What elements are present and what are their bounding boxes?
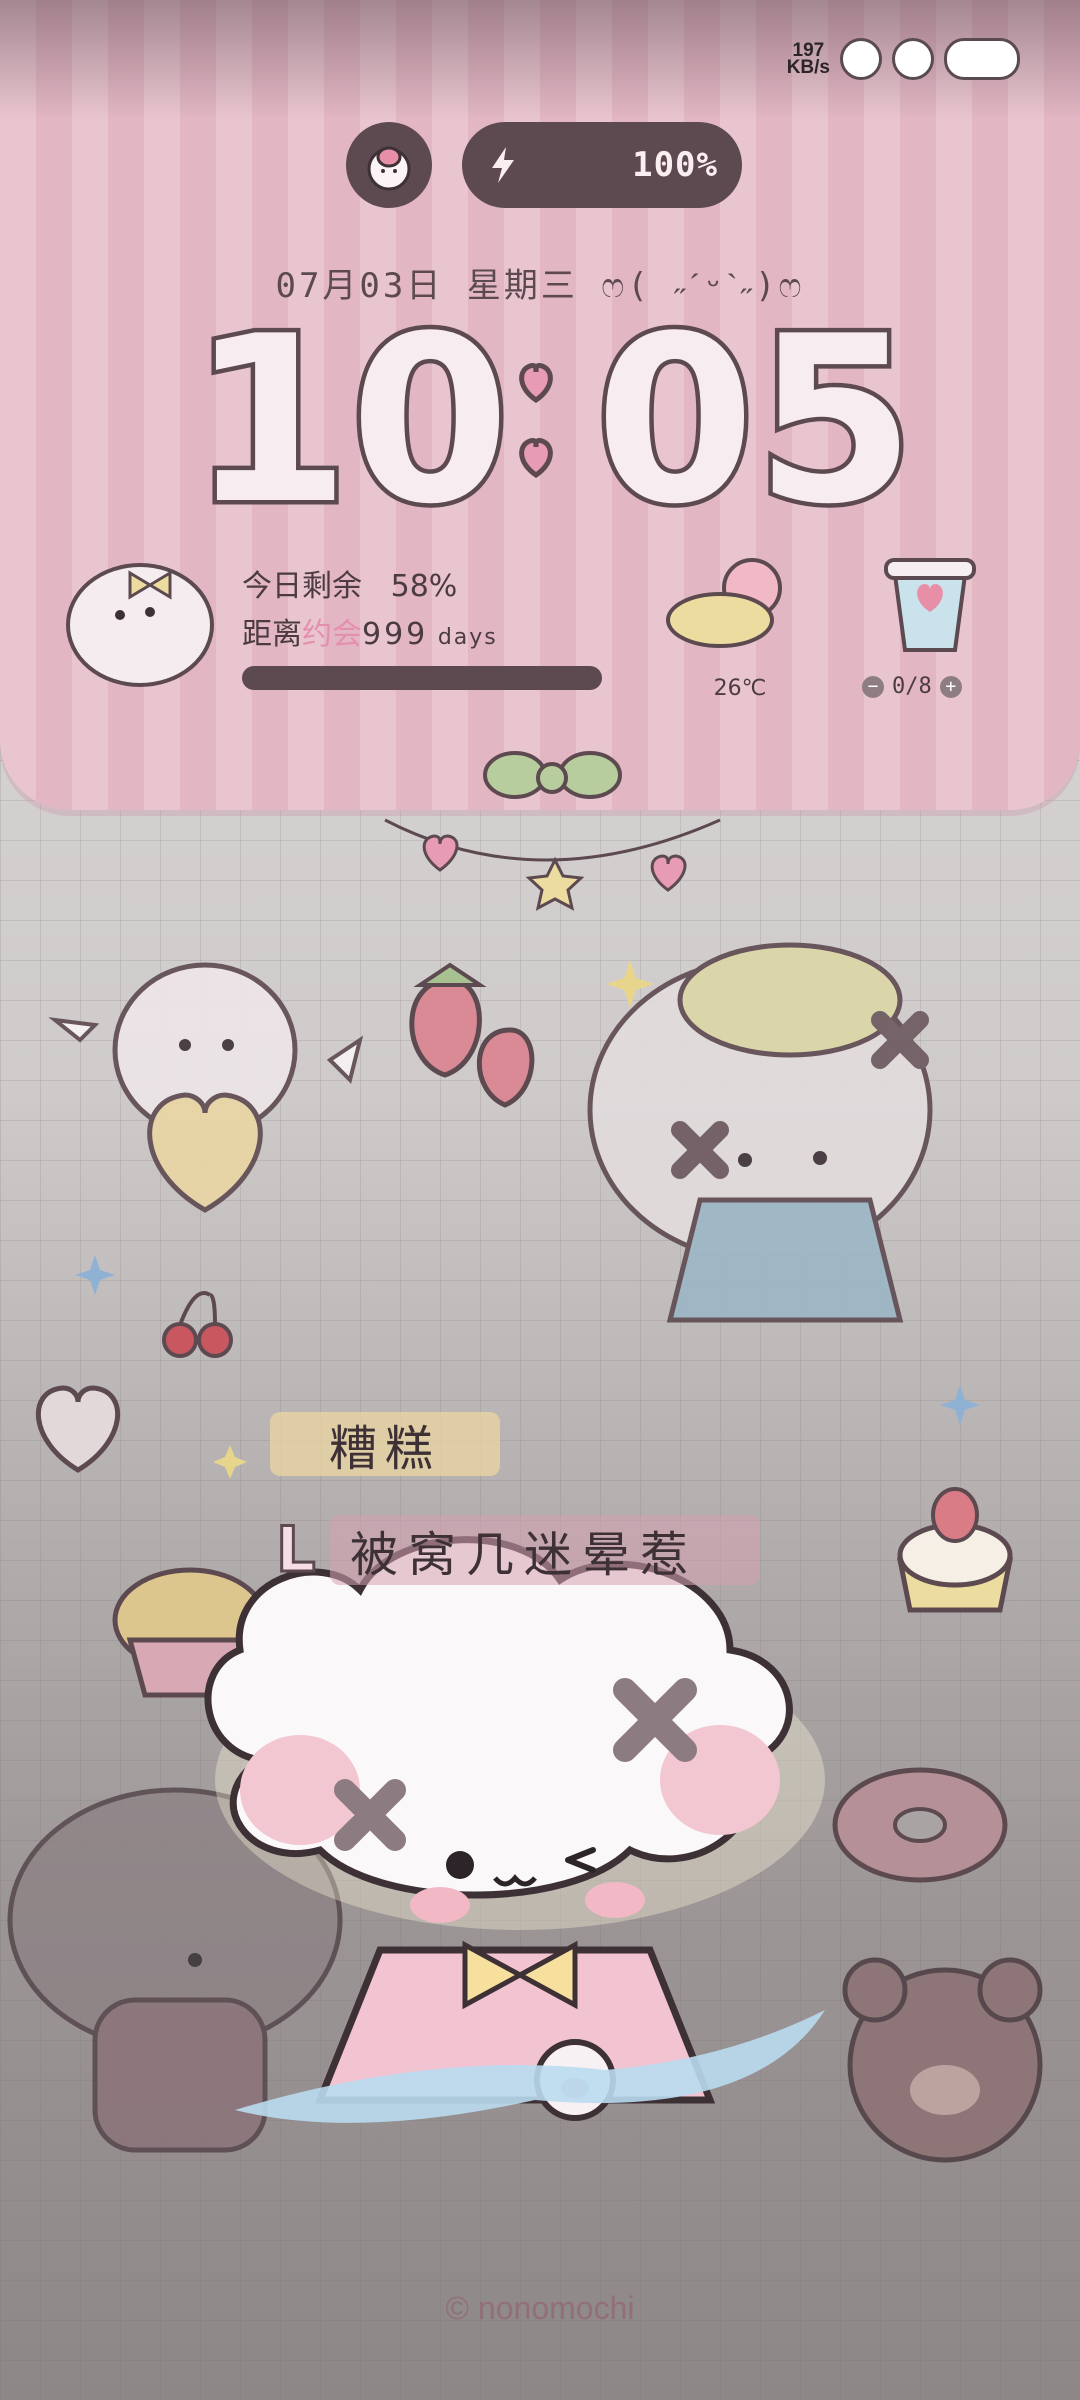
cloud-sun-icon (666, 558, 782, 648)
teddy-bear-sticker (842, 1957, 1043, 2163)
sticker-label-mark: L (275, 1513, 318, 1586)
sticker-label-blanket: 被窝几迷晕惹 (330, 1515, 760, 1585)
bow-garland-icon (384, 751, 721, 911)
cherry-sticker (162, 1291, 233, 1358)
heart-sticker (36, 1385, 120, 1473)
strawberry-sticker (409, 962, 535, 1108)
main-bunny-character (204, 1536, 825, 2123)
cake-sticker (896, 1487, 1014, 1613)
bubble-tea-icon (884, 558, 976, 652)
sticker-label-oops: 糟糕 (270, 1412, 500, 1477)
donut-sticker (832, 1767, 1008, 1883)
wallpaper-artwork (7, 558, 1043, 2163)
baker-bunny-sticker (587, 942, 933, 1323)
kitten-heart-sticker (48, 962, 364, 1213)
puppy-sticker-icon (66, 563, 214, 687)
copyright-text: © nonomochi (445, 2290, 635, 2326)
